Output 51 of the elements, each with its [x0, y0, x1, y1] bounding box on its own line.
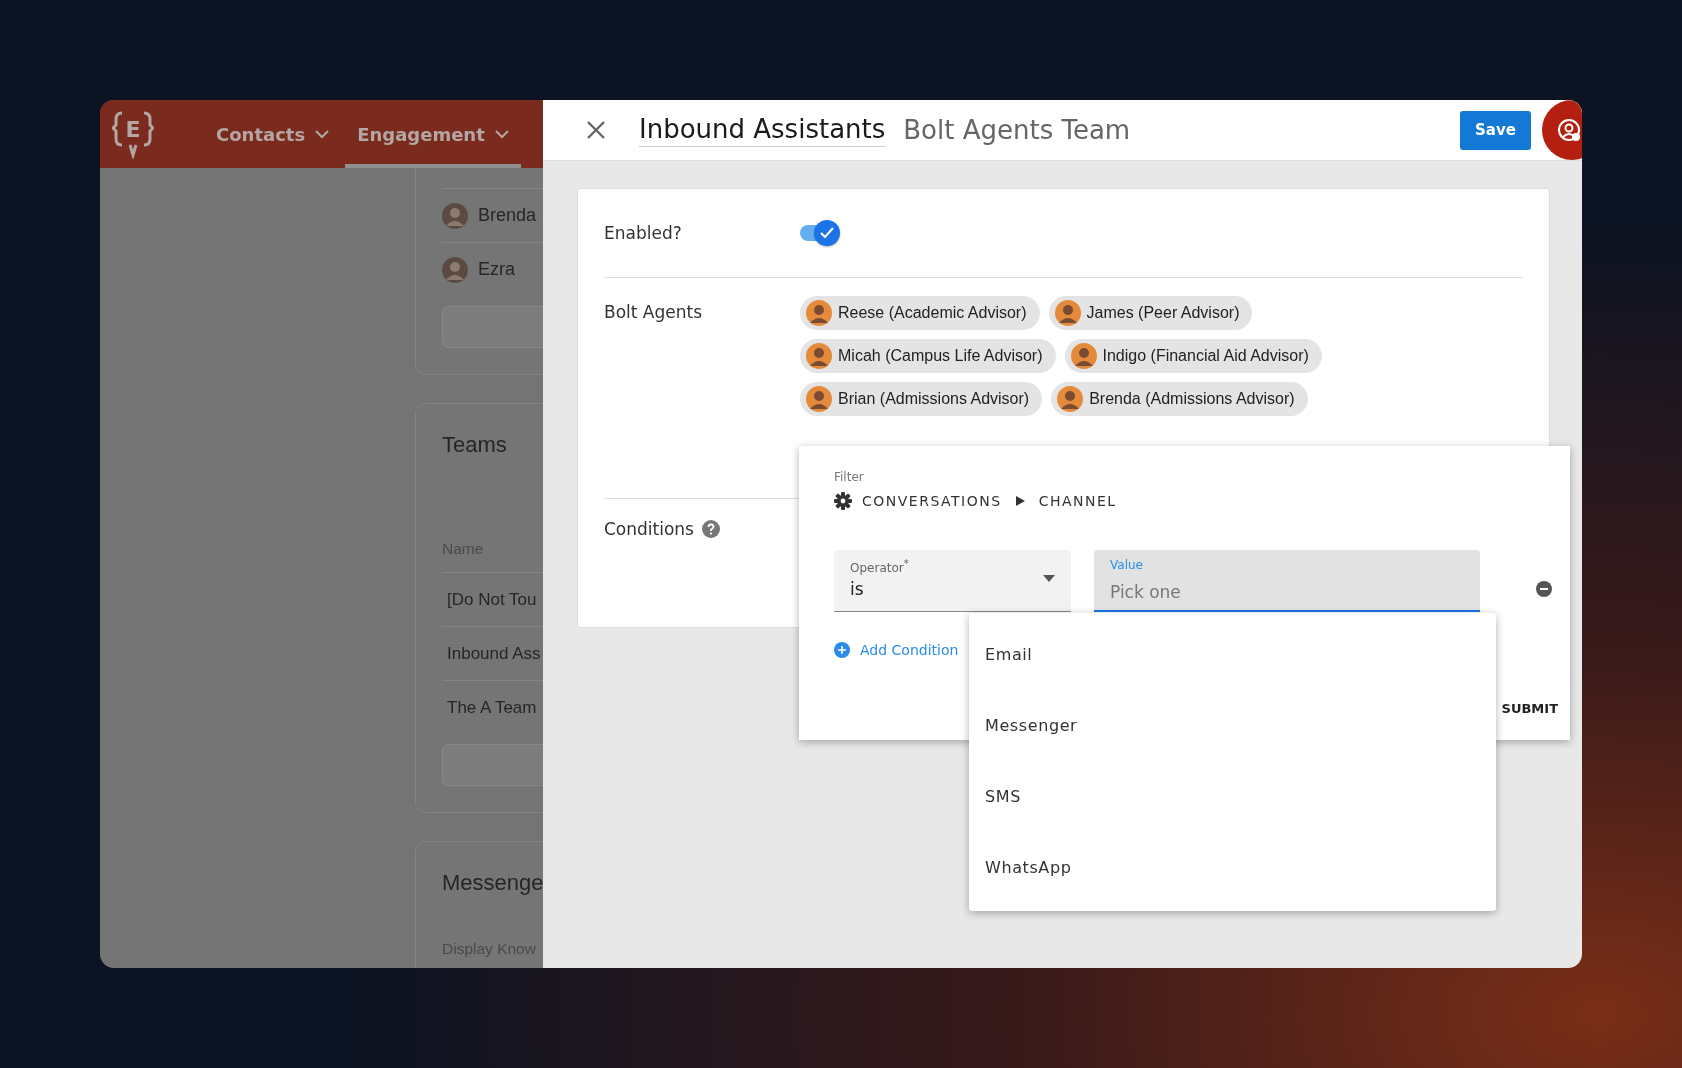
agent-chip[interactable]: Reese (Academic Advisor) [800, 296, 1040, 330]
caret-icon [1043, 575, 1055, 582]
close-button[interactable] [585, 119, 607, 141]
card-title: Teams [442, 432, 508, 458]
breadcrumb-item: CHANNEL [1038, 493, 1117, 509]
person-name: Ezra [478, 259, 515, 280]
avatar-icon [1054, 300, 1081, 326]
remove-icon[interactable] [1536, 581, 1552, 597]
logo-letter: E [125, 117, 141, 144]
logo-icon [112, 109, 154, 159]
save-button[interactable]: Save [1460, 110, 1531, 150]
panel-subtitle: Bolt Agents Team [903, 115, 1132, 145]
avatar-icon [442, 256, 468, 283]
agent-chip[interactable]: James (Peer Advisor) [1048, 296, 1253, 330]
filter-label: Filter [834, 470, 865, 484]
menu-option[interactable]: Email [969, 619, 1496, 690]
nav-tab[interactable]: Contacts [204, 100, 342, 168]
avatar-icon [806, 300, 832, 326]
agent-chip[interactable]: Indigo (Financial Aid Advisor) [1064, 339, 1322, 373]
submit-button[interactable]: SUBMIT [1501, 701, 1558, 716]
agent-chip[interactable]: Brenda (Admissions Advisor) [1051, 382, 1308, 416]
close-icon [585, 119, 607, 141]
avatar-icon [806, 343, 832, 369]
breadcrumb-item: CONVERSATIONS [862, 493, 1002, 509]
avatar-icon [806, 386, 832, 412]
person-name: Brenda [478, 205, 537, 226]
menu-option[interactable]: Messenger [969, 690, 1496, 761]
plus-icon [834, 642, 850, 658]
agent-chip[interactable]: Micah (Campus Life Advisor) [800, 339, 1056, 373]
user-icon [1557, 118, 1581, 142]
panel-title[interactable]: Inbound Assistants [639, 113, 886, 147]
avatar-icon [1070, 343, 1097, 369]
check-icon [820, 227, 834, 239]
menu-option[interactable]: SMS [969, 761, 1496, 832]
avatar-icon [1057, 386, 1084, 412]
field-label: Enabled? [604, 223, 683, 243]
avatar-icon [442, 202, 468, 229]
enabled-toggle[interactable] [800, 220, 840, 246]
triangle-icon [1015, 496, 1025, 506]
add-condition-button[interactable]: Add Condition [834, 642, 959, 658]
chevron-icon [315, 129, 330, 139]
chevron-icon [494, 129, 509, 139]
card-title: Messenge [442, 870, 543, 896]
operator-select[interactable]: Operator$^{*}$ is [834, 550, 1071, 612]
menu-option[interactable]: WhatsApp [969, 832, 1496, 903]
field-label: Conditions [604, 519, 694, 539]
field-label: Bolt Agents [604, 301, 704, 324]
agent-chip[interactable]: Brian (Admissions Advisor) [800, 382, 1043, 416]
help-icon[interactable] [702, 520, 720, 538]
gear-icon [834, 492, 852, 510]
field-label: Value [1110, 558, 1143, 572]
